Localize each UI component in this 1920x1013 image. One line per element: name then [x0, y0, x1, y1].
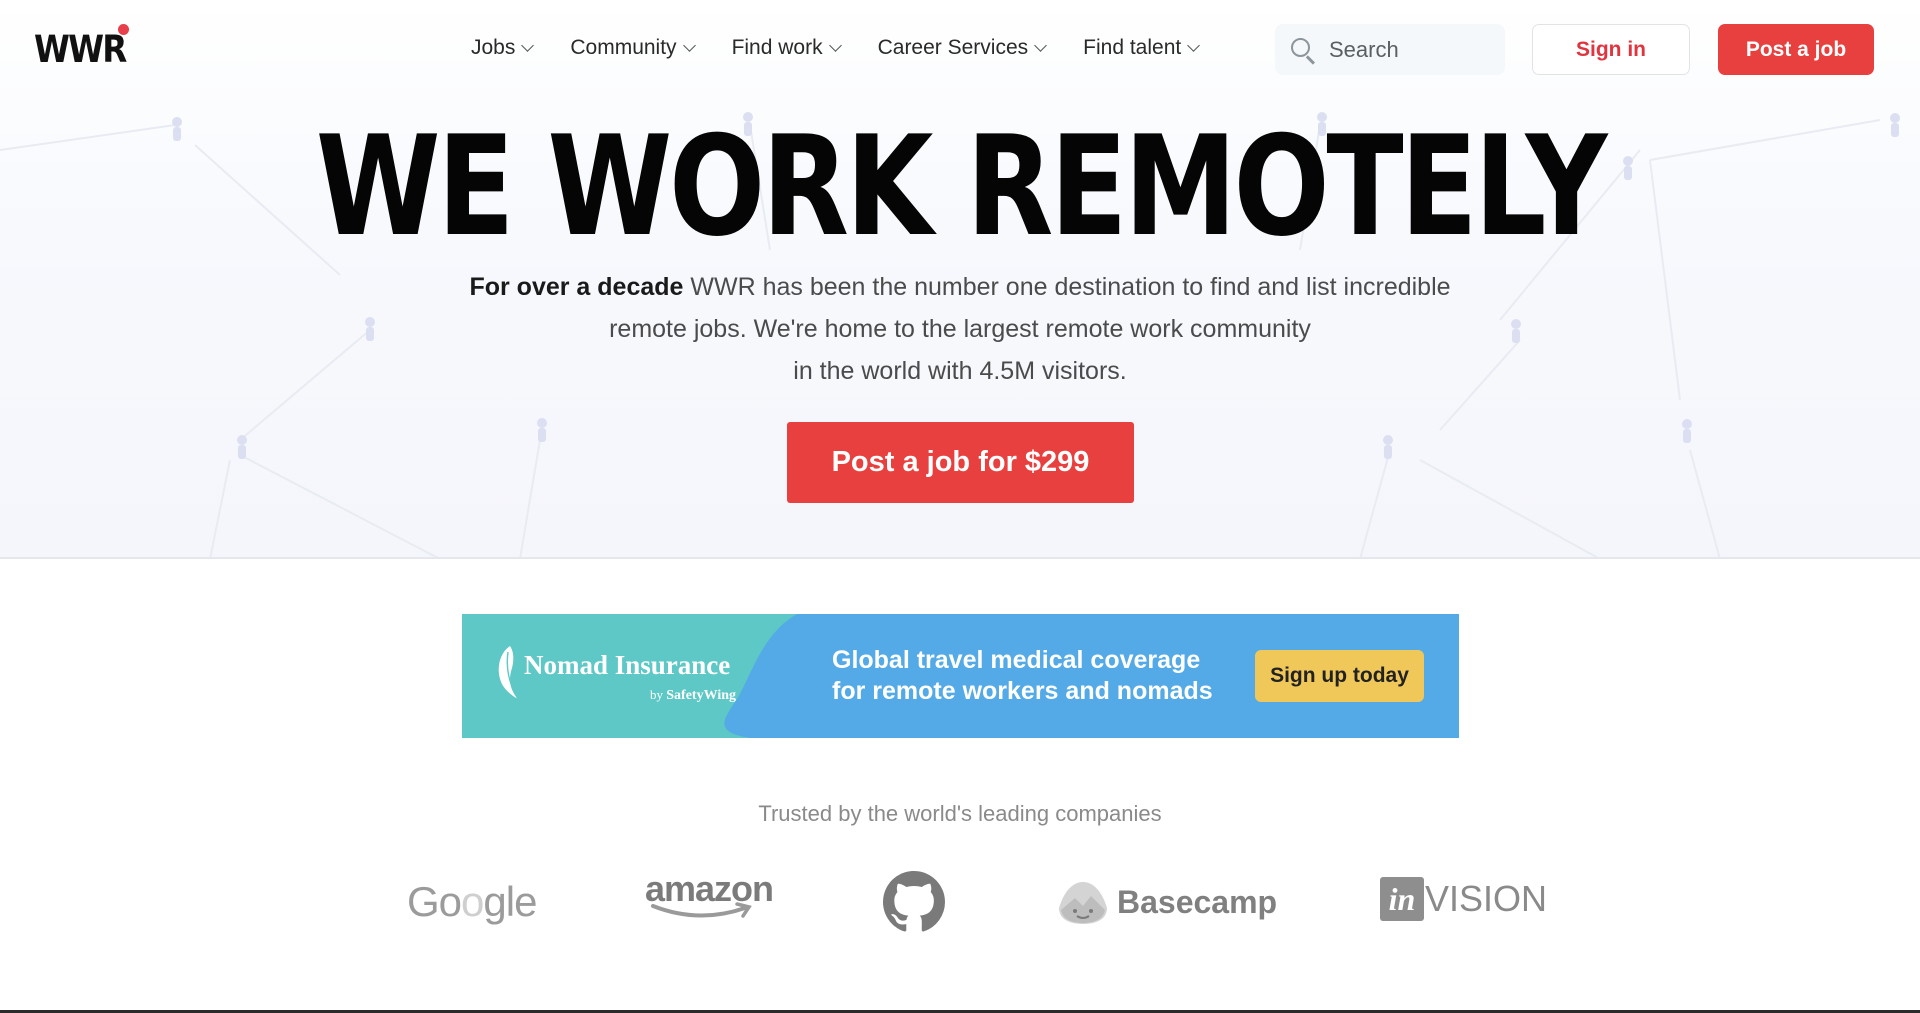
chevron-down-icon [828, 39, 842, 52]
post-job-button[interactable]: Post a job [1718, 24, 1874, 75]
search-input[interactable] [1329, 36, 1489, 63]
nav-item-label: Find talent [1083, 36, 1182, 59]
hero-desc-line2: remote jobs. We're home to the largest r… [609, 315, 1311, 343]
amazon-smile-icon [651, 902, 752, 918]
amazon-logo: amazon [645, 868, 774, 920]
nav-item-career-services[interactable]: Career Services [877, 36, 1048, 60]
nav-item-jobs[interactable]: Jobs [471, 36, 535, 60]
github-logo [883, 871, 945, 933]
chevron-down-icon [1187, 39, 1201, 52]
nav-item-find-work[interactable]: Find work [731, 36, 842, 60]
chevron-down-icon [682, 39, 696, 52]
ad-by-prefix: by [650, 687, 663, 702]
wwr-logo[interactable]: WWR [34, 28, 127, 71]
trusted-heading: Trusted by the world's leading companies [758, 801, 1162, 826]
hero-desc-line3: in the world with 4.5M visitors. [793, 357, 1127, 385]
company-logos: Go o gle amazon Basecamp in VISION [0, 868, 1920, 938]
ad-copy-line2: for remote workers and nomads [832, 677, 1213, 705]
nomad-insurance-ad-banner[interactable]: Nomad Insurance by SafetyWing Global tra… [462, 614, 1459, 738]
hero-title: WE WORK REMOTELY [315, 106, 1608, 267]
chevron-down-icon [1034, 39, 1048, 52]
nav-item-find-talent[interactable]: Find talent [1083, 36, 1201, 60]
hero-desc-line1: WWR has been the number one destination … [683, 273, 1451, 301]
nav-item-label: Jobs [471, 36, 516, 59]
invision-box: in [1380, 877, 1424, 921]
post-job-cta-button[interactable]: Post a job for $299 [787, 422, 1134, 503]
nav-item-label: Community [570, 36, 677, 59]
basecamp-wordmark: Basecamp [1117, 883, 1278, 920]
sign-in-button[interactable]: Sign in [1532, 24, 1690, 75]
invision-wordmark: VISION [1425, 878, 1548, 919]
logo-dot-icon [118, 24, 129, 35]
ad-sign-up-button[interactable]: Sign up today [1255, 650, 1424, 702]
nav-item-label: Career Services [877, 36, 1029, 59]
ad-by-brand: SafetyWing [666, 688, 736, 703]
ad-copy: Global travel medical coverage for remot… [832, 645, 1213, 707]
main-nav: Jobs Community Find work Career Services… [471, 36, 1236, 60]
search-icon [1289, 36, 1317, 64]
hero-desc-bold: For over a decade [469, 273, 684, 301]
ad-brand-byline: by SafetyWing [650, 687, 736, 704]
chevron-down-icon [521, 39, 535, 52]
feather-icon [498, 646, 519, 700]
invision-logo: in VISION [1380, 877, 1547, 921]
nav-item-community[interactable]: Community [570, 36, 696, 60]
basecamp-icon [1059, 882, 1107, 924]
search-box[interactable] [1275, 24, 1505, 75]
site-header: WWR Jobs Community Find work Career Serv… [0, 0, 1920, 100]
basecamp-logo: Basecamp [1055, 878, 1277, 926]
ad-brand-name: Nomad Insurance [524, 650, 731, 680]
github-icon [883, 871, 945, 932]
google-logo: Go o gle [407, 878, 537, 925]
nav-item-label: Find work [731, 36, 823, 59]
hero-description: For over a decade WWR has been the numbe… [0, 266, 1920, 392]
ad-copy-line1: Global travel medical coverage [832, 646, 1201, 674]
